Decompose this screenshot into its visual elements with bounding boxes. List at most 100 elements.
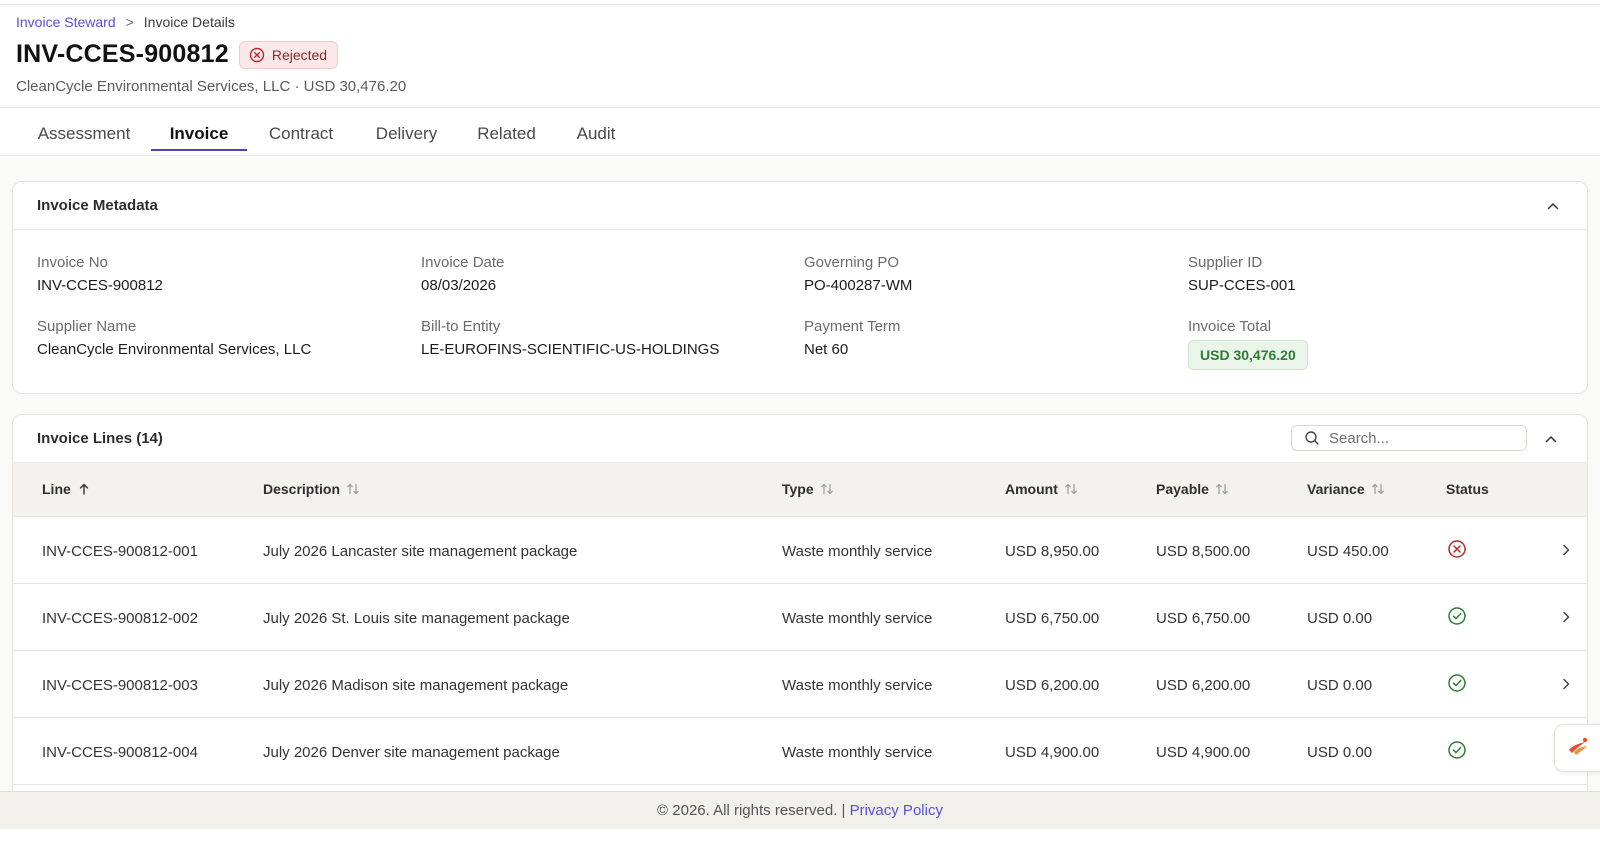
field-label: Invoice Date bbox=[421, 254, 505, 271]
approved-check-circle-icon bbox=[1447, 606, 1467, 626]
top-rule bbox=[0, 4, 1600, 5]
approved-check-circle-icon bbox=[1447, 673, 1467, 693]
sort-icon bbox=[346, 482, 360, 496]
approved-check-circle-icon bbox=[1447, 740, 1467, 760]
column-label: Payable bbox=[1156, 481, 1209, 497]
column-label: Line bbox=[42, 481, 71, 497]
field-label: Bill-to Entity bbox=[421, 318, 501, 335]
x-circle-icon bbox=[249, 47, 265, 63]
column-header-variance[interactable]: Variance bbox=[1307, 481, 1385, 497]
column-header-payable[interactable]: Payable bbox=[1156, 481, 1229, 497]
breadcrumb: Invoice Steward > Invoice Details bbox=[16, 14, 235, 30]
privacy-policy-link[interactable]: Privacy Policy bbox=[850, 802, 943, 819]
field-value: Net 60 bbox=[804, 341, 849, 358]
column-header-status: Status bbox=[1446, 481, 1489, 497]
field-label: Invoice Total bbox=[1188, 318, 1272, 335]
column-label: Description bbox=[263, 481, 341, 497]
table-row[interactable]: INV-CCES-900812-001 July 2026 Lancaster … bbox=[13, 517, 1587, 584]
invoice-total-chip: USD 30,476.20 bbox=[1188, 340, 1308, 370]
status-badge-label: Rejected bbox=[271, 46, 328, 63]
cell-payable: USD 6,200.00 bbox=[1156, 677, 1251, 694]
breadcrumb-current: Invoice Details bbox=[143, 14, 235, 30]
cell-amount: USD 8,950.00 bbox=[1005, 543, 1100, 560]
cell-amount: USD 6,200.00 bbox=[1005, 677, 1100, 694]
page-subtitle: CleanCycle Environmental Services, LLC ·… bbox=[16, 78, 407, 95]
chevron-right-icon[interactable] bbox=[1559, 543, 1573, 557]
cell-line: INV-CCES-900812-002 bbox=[42, 610, 198, 627]
column-label: Variance bbox=[1307, 481, 1365, 497]
column-header-amount[interactable]: Amount bbox=[1005, 481, 1078, 497]
cell-line: INV-CCES-900812-001 bbox=[42, 543, 198, 560]
field-label: Invoice No bbox=[37, 254, 108, 271]
tab-invoice[interactable]: Invoice bbox=[151, 108, 247, 151]
field-invoice-no: Invoice No INV-CCES-900812 bbox=[37, 254, 407, 294]
assistant-launcher-button[interactable] bbox=[1554, 724, 1600, 772]
table-row[interactable]: INV-CCES-900812-002 July 2026 St. Louis … bbox=[13, 584, 1587, 651]
cell-amount: USD 6,750.00 bbox=[1005, 610, 1100, 627]
tab-delivery[interactable]: Delivery bbox=[375, 108, 438, 156]
column-header-line[interactable]: Line bbox=[42, 481, 91, 497]
search-input[interactable] bbox=[1329, 429, 1509, 447]
metadata-card-header[interactable]: Invoice Metadata bbox=[13, 182, 1587, 230]
table-row[interactable]: INV-CCES-900812-004 July 2026 Denver sit… bbox=[13, 718, 1587, 785]
invoice-lines-card: Invoice Lines (14) Line Description Type bbox=[12, 414, 1588, 814]
column-label: Amount bbox=[1005, 481, 1058, 497]
search-icon bbox=[1304, 430, 1320, 446]
cell-payable: USD 8,500.00 bbox=[1156, 543, 1251, 560]
invoice-metadata-card: Invoice Metadata Invoice No INV-CCES-900… bbox=[12, 181, 1588, 394]
chevron-up-icon[interactable] bbox=[1543, 431, 1559, 447]
field-payment-term: Payment Term Net 60 bbox=[804, 318, 1174, 358]
field-value: SUP-CCES-001 bbox=[1188, 277, 1296, 294]
table-header: Line Description Type Amount Payable Var… bbox=[13, 463, 1587, 517]
field-label: Payment Term bbox=[804, 318, 901, 335]
lines-card-title: Invoice Lines (14) bbox=[37, 430, 163, 447]
field-value: INV-CCES-900812 bbox=[37, 277, 163, 294]
field-value: LE-EUROFINS-SCIENTIFIC-US-HOLDINGS bbox=[421, 341, 720, 358]
cell-variance: USD 0.00 bbox=[1307, 610, 1373, 627]
field-value: CleanCycle Environmental Services, LLC bbox=[37, 341, 312, 358]
cell-payable: USD 4,900.00 bbox=[1156, 744, 1251, 761]
field-invoice-date: Invoice Date 08/03/2026 bbox=[421, 254, 791, 294]
lines-card-header: Invoice Lines (14) bbox=[13, 415, 1587, 463]
tab-audit[interactable]: Audit bbox=[575, 108, 617, 156]
cell-type: Waste monthly service bbox=[782, 610, 933, 627]
cell-type: Waste monthly service bbox=[782, 677, 933, 694]
table-row[interactable]: INV-CCES-900812-003 July 2026 Madison si… bbox=[13, 651, 1587, 718]
cell-amount: USD 4,900.00 bbox=[1005, 744, 1100, 761]
cell-variance: USD 450.00 bbox=[1307, 543, 1389, 560]
cell-line: INV-CCES-900812-004 bbox=[42, 744, 198, 761]
search-box[interactable] bbox=[1291, 425, 1527, 451]
tab-contract[interactable]: Contract bbox=[266, 108, 336, 156]
column-label: Status bbox=[1446, 481, 1489, 497]
field-label: Governing PO bbox=[804, 254, 900, 271]
breadcrumb-separator: > bbox=[125, 14, 134, 30]
chevron-right-icon[interactable] bbox=[1559, 610, 1573, 624]
field-supplier-name: Supplier Name CleanCycle Environmental S… bbox=[37, 318, 407, 358]
chevron-up-icon[interactable] bbox=[1545, 198, 1561, 214]
footer-copyright: © 2026. All rights reserved. | bbox=[657, 802, 850, 819]
cell-line: INV-CCES-900812-003 bbox=[42, 677, 198, 694]
breadcrumb-root-link[interactable]: Invoice Steward bbox=[16, 14, 116, 30]
cell-type: Waste monthly service bbox=[782, 744, 933, 761]
assistant-logo-icon bbox=[1565, 733, 1591, 764]
cell-description: July 2026 St. Louis site management pack… bbox=[263, 610, 570, 627]
page-title: INV-CCES-900812 bbox=[16, 40, 229, 68]
cell-description: July 2026 Lancaster site management pack… bbox=[263, 543, 578, 560]
tab-assessment[interactable]: Assessment bbox=[36, 108, 132, 156]
column-header-type[interactable]: Type bbox=[782, 481, 834, 497]
cell-description: July 2026 Madison site management packag… bbox=[263, 677, 569, 694]
tab-related[interactable]: Related bbox=[476, 108, 537, 156]
page-footer: © 2026. All rights reserved. | Privacy P… bbox=[0, 791, 1600, 829]
cell-payable: USD 6,750.00 bbox=[1156, 610, 1251, 627]
tab-bar: Assessment Invoice Contract Delivery Rel… bbox=[0, 108, 1600, 156]
cell-variance: USD 0.00 bbox=[1307, 744, 1373, 761]
title-row: INV-CCES-900812 Rejected bbox=[16, 40, 339, 69]
field-invoice-total: Invoice Total USD 30,476.20 bbox=[1188, 318, 1558, 370]
chevron-right-icon[interactable] bbox=[1559, 677, 1573, 691]
field-label: Supplier Name bbox=[37, 318, 137, 335]
column-label: Type bbox=[782, 481, 814, 497]
rejected-x-circle-icon bbox=[1447, 539, 1467, 559]
status-badge: Rejected bbox=[238, 40, 339, 69]
column-header-description[interactable]: Description bbox=[263, 481, 360, 497]
field-value: 08/03/2026 bbox=[421, 277, 497, 294]
